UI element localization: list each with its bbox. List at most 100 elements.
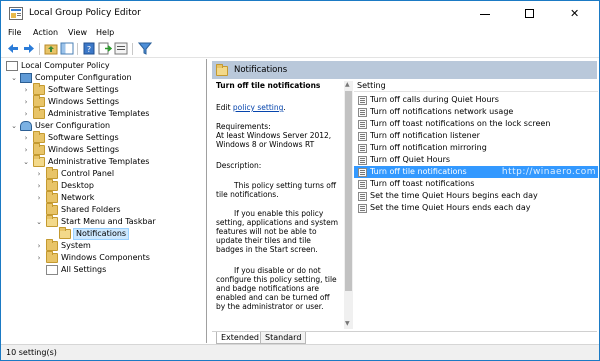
tree-item-cc-admin-templates[interactable]: › Administrative Templates	[2, 107, 202, 120]
navigation-tree[interactable]: Local Computer Policy ⌄ Computer Configu…	[2, 59, 207, 343]
chevron-right-icon[interactable]: ›	[22, 84, 30, 96]
chevron-right-icon[interactable]: ›	[35, 180, 43, 192]
tree-item-cc-windows-settings[interactable]: › Windows Settings	[2, 95, 202, 108]
setting-row[interactable]: Set the time Quiet Hours ends each day	[354, 202, 598, 214]
chevron-right-icon[interactable]: ›	[35, 168, 43, 180]
watermark-text: http://winaero.com	[501, 167, 596, 177]
setting-label: Turn off Quiet Hours	[370, 155, 451, 164]
menu-action[interactable]: Action	[33, 27, 58, 39]
setting-row[interactable]: Turn off Quiet Hours	[354, 154, 598, 166]
filter-icon[interactable]	[138, 42, 152, 55]
tree-item-windows-components[interactable]: › Windows Components	[2, 251, 202, 264]
open-folder-icon	[46, 215, 58, 227]
toolbar: ?	[1, 40, 599, 58]
chevron-right-icon[interactable]: ›	[35, 252, 43, 264]
tree-item-computer-configuration[interactable]: ⌄ Computer Configuration	[2, 72, 202, 84]
setting-column-header[interactable]: Setting	[354, 80, 598, 92]
folder-icon	[33, 95, 45, 107]
chevron-down-icon[interactable]: ⌄	[35, 216, 43, 228]
setting-row[interactable]: Turn off calls during Quiet Hours	[354, 94, 598, 106]
scrollbar-thumb[interactable]	[345, 91, 352, 291]
chevron-down-icon[interactable]: ⌄	[10, 120, 18, 132]
setting-row-selected[interactable]: Turn off tile notifications http://winae…	[354, 166, 598, 178]
policy-title: Turn off tile notifications	[216, 81, 321, 90]
policy-setting-icon	[358, 156, 367, 165]
toolbar-separator	[39, 43, 40, 55]
help-book-icon[interactable]: ?	[82, 42, 96, 55]
back-arrow-icon[interactable]	[6, 42, 20, 55]
toolbar-separator	[132, 43, 133, 55]
tree-item-notifications[interactable]: Notifications	[2, 227, 202, 240]
chevron-right-icon[interactable]: ›	[22, 96, 30, 108]
setting-row[interactable]: Turn off toast notifications on the lock…	[354, 118, 598, 130]
export-list-icon[interactable]	[98, 42, 112, 55]
setting-row[interactable]: Turn off notification mirroring	[354, 142, 598, 154]
policy-setting-icon	[358, 180, 367, 189]
tree-item-control-panel[interactable]: › Control Panel	[2, 167, 202, 180]
chevron-down-icon[interactable]: ⌄	[22, 156, 30, 168]
scroll-up-icon[interactable]: ▲	[345, 82, 350, 88]
show-hide-tree-icon[interactable]	[60, 42, 74, 55]
settings-list-icon	[46, 265, 58, 275]
chevron-right-icon[interactable]: ›	[22, 108, 30, 120]
scroll-down-icon[interactable]: ▼	[345, 321, 350, 327]
description-paragraph-1: This policy setting turns off tile notif…	[216, 181, 337, 199]
group-policy-icon	[9, 7, 23, 20]
setting-label: Turn off calls during Quiet Hours	[370, 95, 499, 104]
setting-row[interactable]: Set the time Quiet Hours begins each day	[354, 190, 598, 202]
description-scrollbar[interactable]: ▲ ▼	[344, 81, 353, 329]
tree-item-shared-folders[interactable]: Shared Folders	[2, 203, 202, 216]
up-folder-icon[interactable]	[44, 42, 58, 55]
folder-icon	[46, 239, 58, 251]
menu-view[interactable]: View	[68, 27, 87, 39]
chevron-right-icon[interactable]: ›	[35, 240, 43, 252]
tree-item-cc-software-settings[interactable]: › Software Settings	[2, 83, 202, 96]
policy-setting-icon	[358, 144, 367, 153]
minimize-button[interactable]	[464, 1, 508, 27]
tree-item-start-menu-taskbar[interactable]: ⌄ Start Menu and Taskbar	[2, 215, 202, 228]
tree-item-user-configuration[interactable]: ⌄ User Configuration	[2, 120, 202, 132]
tree-item-desktop[interactable]: › Desktop	[2, 179, 202, 192]
maximize-icon	[525, 9, 534, 18]
tab-extended[interactable]: Extended	[216, 332, 264, 344]
setting-row[interactable]: Turn off toast notifications	[354, 178, 598, 190]
setting-label: Turn off toast notifications on the lock…	[370, 119, 551, 128]
setting-row[interactable]: Turn off notification listener	[354, 130, 598, 142]
tree-item-local-computer-policy[interactable]: Local Computer Policy	[2, 60, 202, 72]
title-bar[interactable]: Local Group Policy Editor ✕	[1, 1, 599, 27]
edit-policy-line: Edit policy setting.	[216, 103, 286, 112]
tree-item-system[interactable]: › System	[2, 239, 202, 252]
user-icon	[20, 121, 32, 131]
description-paragraph-2: If you enable this policy setting, appli…	[216, 209, 339, 254]
tree-item-all-settings[interactable]: All Settings	[2, 264, 202, 276]
forward-arrow-icon[interactable]	[22, 42, 36, 55]
close-icon: ✕	[570, 7, 580, 20]
close-button[interactable]: ✕	[553, 1, 597, 27]
toolbar-separator	[77, 43, 78, 55]
description-label: Description:	[216, 161, 262, 170]
chevron-right-icon[interactable]: ›	[35, 192, 43, 204]
open-folder-icon	[33, 155, 45, 167]
folder-icon	[33, 143, 45, 155]
tree-item-uc-admin-templates[interactable]: ⌄ Administrative Templates	[2, 155, 202, 168]
tree-item-uc-software-settings[interactable]: › Software Settings	[2, 131, 202, 144]
policy-setting-icon	[358, 168, 367, 177]
tree-item-network[interactable]: › Network	[2, 191, 202, 204]
edit-suffix: .	[283, 103, 286, 112]
chevron-down-icon[interactable]: ⌄	[10, 72, 18, 84]
properties-icon[interactable]	[114, 42, 128, 55]
menu-file[interactable]: File	[8, 27, 21, 39]
chevron-right-icon[interactable]: ›	[22, 144, 30, 156]
maximize-button[interactable]	[508, 1, 552, 27]
edit-policy-link[interactable]: policy setting	[233, 103, 283, 112]
setting-row[interactable]: Turn off notifications network usage	[354, 106, 598, 118]
setting-label: Turn off notifications network usage	[370, 107, 514, 116]
folder-icon	[46, 179, 58, 191]
tab-standard[interactable]: Standard	[260, 332, 307, 344]
chevron-right-icon[interactable]: ›	[22, 132, 30, 144]
setting-column-label: Setting	[357, 81, 386, 90]
menu-help[interactable]: Help	[96, 27, 114, 39]
description-paragraph-3: If you disable or do not configure this …	[216, 266, 337, 311]
tree-item-uc-windows-settings[interactable]: › Windows Settings	[2, 143, 202, 156]
policy-document-icon	[6, 61, 18, 71]
